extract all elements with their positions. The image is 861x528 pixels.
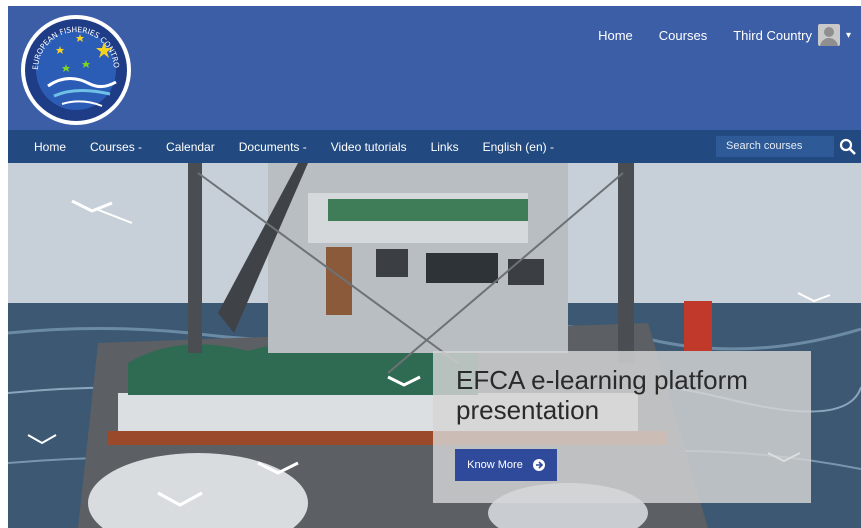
hero-caption: EFCA e-learning platform presentation Kn… <box>433 351 811 503</box>
chevron-down-icon: ▾ <box>845 29 851 41</box>
nav-item-home[interactable]: Home <box>34 140 66 154</box>
nav-item-courses[interactable]: Courses - <box>90 140 142 154</box>
page: EUROPEAN FISHERIES CONTROL AGENCY Home C… <box>8 6 861 528</box>
top-link-home[interactable]: Home <box>598 28 633 43</box>
nav-item-video-tutorials[interactable]: Video tutorials <box>331 140 407 154</box>
know-more-label: Know More <box>467 459 523 471</box>
search-input[interactable]: Search courses <box>716 136 834 157</box>
top-navigation: Home Courses Third Country ▾ <box>598 24 851 46</box>
nav-item-documents[interactable]: Documents - <box>239 140 307 154</box>
hero-title: EFCA e-learning platform presentation <box>456 365 748 425</box>
nav-item-links[interactable]: Links <box>431 140 459 154</box>
top-link-courses[interactable]: Courses <box>659 28 707 43</box>
nav-item-calendar[interactable]: Calendar <box>166 140 215 154</box>
main-navbar: Home Courses - Calendar Documents - Vide… <box>8 130 861 163</box>
efca-logo[interactable]: EUROPEAN FISHERIES CONTROL AGENCY <box>18 12 134 128</box>
hero-banner: EFCA e-learning platform presentation Kn… <box>8 163 861 528</box>
user-name: Third Country <box>733 27 812 43</box>
nav-item-language[interactable]: English (en) - <box>483 140 554 154</box>
search-icon[interactable] <box>838 137 858 157</box>
site-header: EUROPEAN FISHERIES CONTROL AGENCY Home C… <box>8 6 861 130</box>
arrow-right-icon <box>532 459 545 471</box>
user-menu[interactable]: Third Country ▾ <box>733 24 851 46</box>
avatar <box>817 24 840 46</box>
know-more-button[interactable]: Know More <box>455 449 557 481</box>
